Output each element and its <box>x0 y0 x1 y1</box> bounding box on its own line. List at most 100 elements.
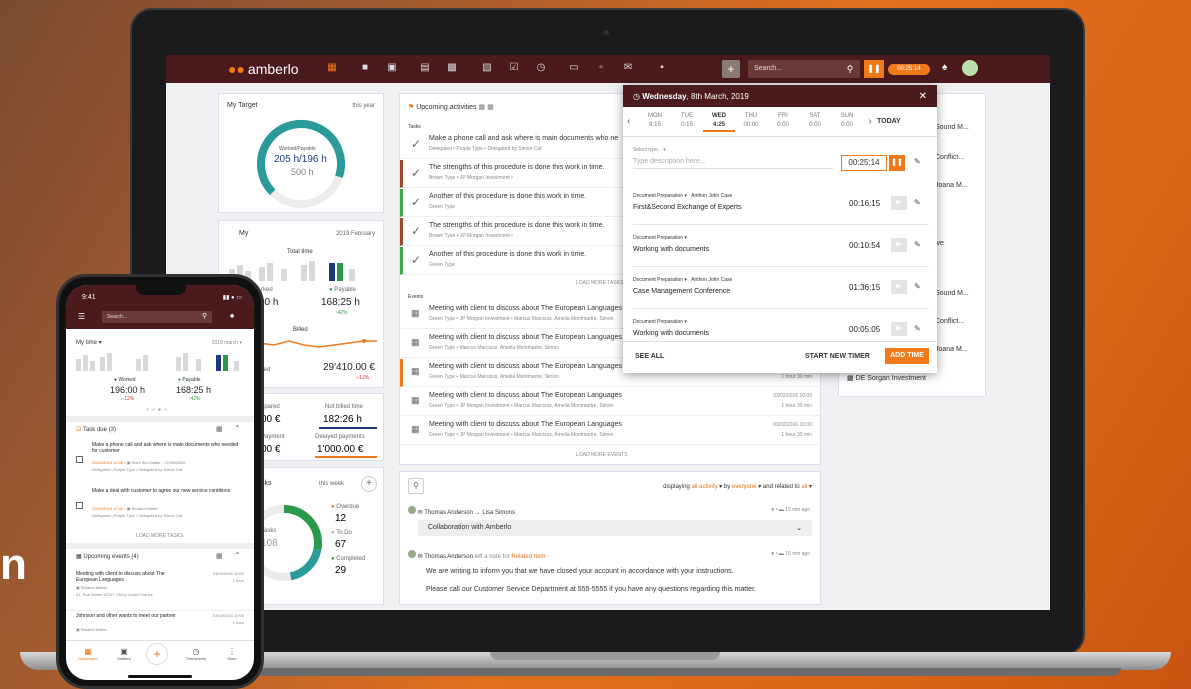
phone-search-input[interactable]: Search... <box>102 311 212 323</box>
timer-badge[interactable]: 00:25:14 <box>888 64 930 75</box>
day-mon[interactable]: MON 9:15 <box>639 112 671 132</box>
add-button[interactable]: + <box>146 643 168 665</box>
checkmark-icon[interactable]: ✓ <box>411 137 421 151</box>
phone-period[interactable]: 2019 march ▾ <box>212 340 242 346</box>
search-icon[interactable]: ⚲ <box>202 312 207 320</box>
contacts-icon[interactable]: ■ <box>359 62 371 74</box>
calendar-icon[interactable]: ▦ <box>216 425 223 433</box>
brand-logo[interactable]: ●● amberlo <box>228 61 299 77</box>
close-icon[interactable]: ✕ <box>919 91 927 102</box>
reports-icon[interactable]: ▪ <box>656 62 668 74</box>
add-button[interactable]: + <box>722 60 740 78</box>
search-input[interactable]: Search... <box>748 60 840 78</box>
task-due-header[interactable]: ☑ Task due (3) <box>76 426 116 433</box>
feed-author[interactable]: Thomas Anderson <box>424 554 473 560</box>
add-task-button[interactable]: + <box>361 476 377 492</box>
right-list-item[interactable]: Joana M... <box>935 346 968 353</box>
edit-icon[interactable]: ✎ <box>914 240 921 249</box>
dashboard-icon[interactable]: ▦ <box>326 62 338 74</box>
feed-related-item[interactable]: Related Item <box>511 554 545 560</box>
document-icon[interactable]: ▫ <box>595 62 607 74</box>
chevron-right-icon[interactable]: › <box>863 116 877 127</box>
edit-icon[interactable]: ✎ <box>914 198 921 207</box>
clock-icon[interactable]: ◷ <box>535 62 547 74</box>
bell-icon[interactable]: ♠ <box>942 62 947 73</box>
time-entry[interactable]: Document Preparation ▾ Anthon John Case F… <box>633 183 929 225</box>
related-filter[interactable]: all <box>801 484 807 490</box>
right-list-item[interactable]: Joana M... <box>935 182 968 189</box>
time-entry[interactable]: Document Preparation ▾ Working with docu… <box>633 225 929 267</box>
day-tue[interactable]: TUE 0:15 <box>671 112 703 132</box>
start-new-timer-button[interactable]: START NEW TIMER <box>805 353 870 360</box>
time-period[interactable]: 2019 February <box>336 231 375 237</box>
see-all-button[interactable]: SEE ALL <box>635 353 664 360</box>
play-button[interactable]: ▶ <box>891 196 907 210</box>
menu-icon[interactable]: ☰ <box>78 312 85 321</box>
mail-icon[interactable]: ✉ <box>622 62 634 74</box>
activity-filter[interactable]: all activity <box>691 484 717 490</box>
tasks-period[interactable]: this week <box>319 481 344 487</box>
target-period[interactable]: this year <box>352 103 375 109</box>
checkmark-icon[interactable]: ✓ <box>411 166 421 180</box>
my-time-title[interactable]: My time ▾ <box>76 339 102 346</box>
day-fri[interactable]: FRI 0:00 <box>767 112 799 132</box>
play-button[interactable]: ▶ <box>891 280 907 294</box>
task-checkbox[interactable] <box>76 502 83 509</box>
day-wed[interactable]: WED 4:25 <box>703 112 735 132</box>
tasks-icon[interactable]: ☑ <box>508 62 520 74</box>
tab-more[interactable]: ⋮ More <box>218 647 246 661</box>
running-time[interactable]: 00:25:14 <box>841 155 887 171</box>
right-list-item[interactable]: Conflict... <box>935 154 964 161</box>
checkmark-icon[interactable]: ✓ <box>411 224 421 238</box>
tab-matters[interactable]: ▣ Matters <box>110 647 138 661</box>
chevron-up-icon[interactable]: ⌃ <box>234 424 241 433</box>
bank-icon[interactable]: ▩ <box>446 62 458 74</box>
right-list-item[interactable]: Sound M... <box>935 124 969 131</box>
right-list-item[interactable]: Sound M... <box>935 290 969 297</box>
play-button[interactable]: ▶ <box>891 238 907 252</box>
calendar-settings-icon[interactable]: ▦ <box>487 104 494 111</box>
phone-task-row[interactable]: Make a deal with customer to agree our n… <box>66 486 254 532</box>
pause-timer-button[interactable]: ❚❚ <box>864 60 884 78</box>
chevron-down-icon[interactable]: ⌄ <box>796 524 802 532</box>
edit-icon[interactable]: ✎ <box>914 157 921 166</box>
time-entry[interactable]: Document Preparation ▾ Anthon John Case C… <box>633 267 929 309</box>
phone-load-more[interactable]: LOAD MORE TASKS <box>136 533 183 539</box>
time-title[interactable]: My <box>239 230 248 237</box>
search-icon[interactable]: ⚲ <box>840 60 860 78</box>
task-checkbox[interactable] <box>76 456 83 463</box>
phone-event-row[interactable]: Meeting with client to discuss about The… <box>66 569 254 611</box>
feed-author[interactable]: Thomas Anderson <box>424 510 473 516</box>
upcoming-header[interactable]: ▦ Upcoming events (4) <box>76 553 139 560</box>
pager-dots[interactable]: ●●●● <box>146 407 170 413</box>
load-more-tasks[interactable]: LOAD MORE TASKS <box>576 280 623 286</box>
checkmark-icon[interactable]: ✓ <box>411 195 421 209</box>
by-filter[interactable]: everyone <box>732 484 757 490</box>
event-row[interactable]: ▦ Meeting with client to discuss about Th… <box>400 417 822 445</box>
description-input[interactable]: Type description here... <box>633 158 833 169</box>
chevron-left-icon[interactable]: ‹ <box>627 116 639 127</box>
chevron-up-icon[interactable]: ⌃ <box>234 551 241 560</box>
bell-icon[interactable]: ♠ <box>230 311 234 320</box>
calendar-settings-icon[interactable]: ▦ <box>216 552 223 560</box>
right-list-last[interactable]: ▦ DE Sorgan Investment <box>847 374 926 382</box>
day-sat[interactable]: SAT 0:00 <box>799 112 831 132</box>
feed-subject-1[interactable]: Collaboration with Amberlo ⌄ <box>418 520 812 536</box>
calendar-icon[interactable]: ▧ <box>481 62 493 74</box>
today-button[interactable]: TODAY <box>877 118 901 125</box>
day-sun[interactable]: SUN 0:00 <box>831 112 863 132</box>
event-row[interactable]: ▦ Meeting with client to discuss about Th… <box>400 388 822 416</box>
folder-icon[interactable]: ▭ <box>568 62 580 74</box>
invoice-icon[interactable]: ▤ <box>419 62 431 74</box>
avatar[interactable] <box>962 60 978 76</box>
select-type[interactable]: Select type... ▾ <box>633 147 666 153</box>
right-list-item[interactable]: Conflict... <box>935 318 964 325</box>
edit-icon[interactable]: ✎ <box>914 282 921 291</box>
play-button[interactable]: ▶ <box>891 322 907 336</box>
checkmark-icon[interactable]: ✓ <box>411 253 421 267</box>
tab-dashboard[interactable]: ▦ Dashboard <box>74 647 102 661</box>
calendar-add-icon[interactable]: ▦ <box>479 104 486 111</box>
feed-target[interactable]: Lisa Simons <box>482 510 515 516</box>
pause-button[interactable]: ❚❚ <box>889 155 905 171</box>
tab-timesheets[interactable]: ◷ Timesheets <box>178 647 214 661</box>
